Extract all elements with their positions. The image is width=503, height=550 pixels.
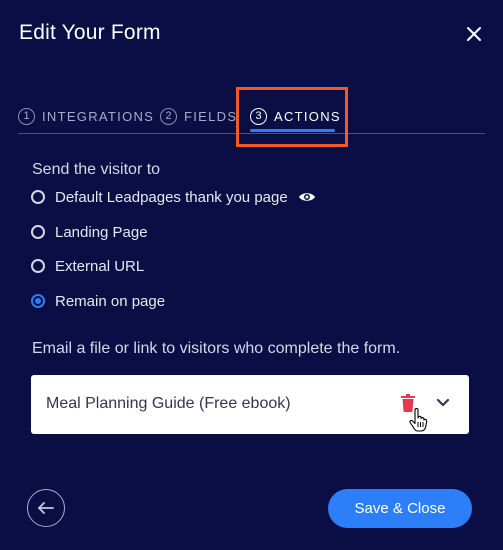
arrow-left-icon [38,502,54,514]
radio-label: External URL [55,257,145,275]
radio-label: Remain on page [55,292,166,310]
chevron-down-icon[interactable] [436,398,450,408]
tab-integrations[interactable]: 1 INTEGRATIONS [18,104,154,128]
send-visitor-label: Send the visitor to [32,161,161,178]
radio-button-checked[interactable] [31,294,45,308]
radio-label: Default Leadpages thank you page [55,188,288,206]
tab-highlight-box [236,87,348,147]
radio-button[interactable] [31,225,45,239]
save-close-button[interactable]: Save & Close [328,489,472,528]
email-file-label: Email a file or link to visitors who com… [32,340,401,357]
radio-button[interactable] [31,259,45,273]
radio-remain-on-page[interactable]: Remain on page [31,290,165,312]
back-button[interactable] [27,489,65,527]
modal-title: Edit Your Form [19,21,161,44]
close-button[interactable] [464,24,484,44]
tab-number: 1 [18,107,35,125]
radio-default-thank-you[interactable]: Default Leadpages thank you page [31,186,316,208]
selected-file-value: Meal Planning Guide (Free ebook) [46,395,291,412]
tab-number: 2 [160,107,177,125]
tab-fields[interactable]: 2 FIELDS [160,104,237,128]
tab-label: FIELDS [184,108,238,124]
eye-icon[interactable] [298,190,316,204]
close-icon [467,27,481,41]
radio-button[interactable] [31,190,45,204]
tab-label: INTEGRATIONS [42,108,155,124]
radio-external-url[interactable]: External URL [31,255,144,277]
radio-landing-page[interactable]: Landing Page [31,221,148,243]
radio-label: Landing Page [55,223,148,241]
hand-cursor-icon [409,408,428,432]
file-select-dropdown[interactable]: Meal Planning Guide (Free ebook) [31,375,469,434]
